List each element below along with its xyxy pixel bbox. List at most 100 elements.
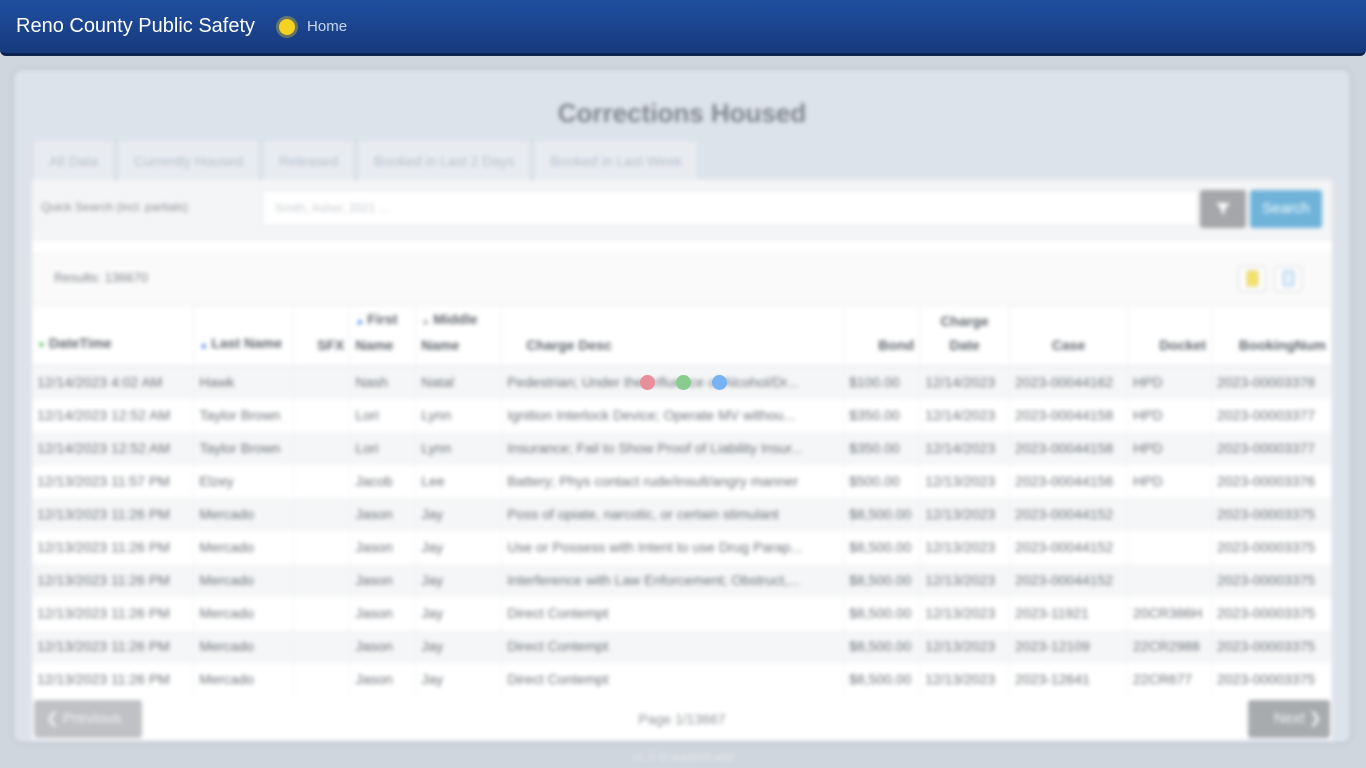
cell-first-name: Jason — [349, 563, 417, 597]
cell-first-name: Lori — [349, 431, 417, 465]
excel-export-button[interactable] — [1238, 266, 1266, 292]
table-row[interactable]: 12/13/2023 11:26 PM Mercado Jason Jay Poss o… — [32, 497, 1332, 531]
table-row[interactable]: 12/13/2023 11:26 PM Mercado Jason Jay Direct… — [32, 662, 1332, 696]
cell-charge-date: 12/13/2023 — [919, 464, 1011, 498]
document-export-icon — [1283, 271, 1294, 286]
cell-datetime: 12/13/2023 11:57 PM — [32, 464, 195, 498]
brand-title[interactable]: Reno County Public Safety — [16, 15, 255, 38]
column-header-middle-name[interactable]: ▲ Middle Name — [415, 307, 503, 366]
document-export-button[interactable] — [1274, 266, 1302, 292]
cell-last-name: Taylor Brown — [193, 398, 295, 432]
column-header-booking-num[interactable]: BookingNum — [1211, 307, 1332, 366]
tab-all-data[interactable]: All Data — [32, 139, 116, 181]
cell-first-name: Jason — [349, 662, 417, 696]
column-header-charge-desc[interactable]: Charge Desc — [501, 307, 845, 366]
column-header-last-name[interactable]: ▲ Last Name — [193, 307, 295, 366]
cell-charge-date: 12/14/2023 — [919, 398, 1011, 432]
cell-last-name: Mercado — [193, 662, 295, 696]
cell-charge-date: 12/13/2023 — [919, 530, 1011, 564]
cell-charge-date: 12/13/2023 — [919, 629, 1011, 663]
table-row[interactable]: 12/13/2023 11:26 PM Mercado Jason Jay Direct… — [32, 629, 1332, 663]
cell-datetime: 12/13/2023 11:26 PM — [32, 662, 195, 696]
cell-case: 2023-00044158 — [1009, 398, 1128, 432]
table-row[interactable]: 12/14/2023 12:52 AM Taylor Brown Lori Lynn I… — [32, 398, 1332, 432]
chevron-right-icon: ❯ — [1304, 710, 1322, 727]
table-row[interactable]: 12/13/2023 11:26 PM Mercado Jason Jay Direct… — [32, 596, 1332, 630]
sort-down-icon: ▼ — [37, 340, 46, 350]
column-header-case[interactable]: Case — [1009, 307, 1128, 366]
column-header-sfx[interactable]: SFX — [293, 307, 351, 366]
cell-charge-desc: Ignition Interlock Device; Operate MV wi… — [501, 398, 845, 432]
column-header-docket[interactable]: Docket — [1127, 307, 1212, 366]
cell-case: 2023-12109 — [1009, 629, 1128, 663]
cell-booking-num: 2023-00003376 — [1211, 464, 1332, 498]
search-input[interactable]: Smith, Asher, 2021 ... — [262, 190, 1198, 226]
cell-middle-name: Jay — [415, 629, 503, 663]
results-row: Results: 136670 — [32, 252, 1332, 306]
tab-released[interactable]: Released — [261, 139, 356, 181]
page-title: Corrections Housed — [557, 98, 807, 128]
loading-spinner — [640, 375, 730, 391]
page-content-blurred: Corrections Housed All Data Currently Ho… — [0, 56, 1366, 768]
tab-booked-last-2-days[interactable]: Booked in Last 2 Days — [357, 139, 532, 181]
cell-datetime: 12/13/2023 11:26 PM — [32, 596, 195, 630]
cell-middle-name: Natal — [415, 365, 503, 399]
cell-bond: $100.00 — [843, 365, 921, 399]
table-row[interactable]: 12/13/2023 11:57 PM Elzey Jacob Lee Battery;… — [32, 464, 1332, 498]
table-row[interactable]: 12/13/2023 11:26 PM Mercado Jason Jay Interf… — [32, 563, 1332, 597]
cell-sfx — [293, 563, 351, 597]
cell-docket: HPD — [1127, 464, 1212, 498]
search-button[interactable]: Search — [1250, 190, 1322, 228]
cell-charge-date: 12/13/2023 — [919, 596, 1011, 630]
cell-charge-desc: Direct Contempt — [501, 629, 845, 663]
table-row[interactable]: 12/14/2023 12:52 AM Taylor Brown Lori Lynn I… — [32, 431, 1332, 465]
results-table: ▼ DateTime ▲ Last Name SFX ▲ First Name ▲ Mi… — [32, 307, 1332, 696]
cell-bond: $8,500.00 — [843, 497, 921, 531]
next-button[interactable]: Next ❯ — [1248, 700, 1330, 738]
cell-case: 2023-00044152 — [1009, 497, 1128, 531]
cell-charge-date: 12/13/2023 — [919, 497, 1011, 531]
table-row[interactable]: 12/13/2023 11:26 PM Mercado Jason Jay Use or… — [32, 530, 1332, 564]
sort-neutral-icon: ▲ — [421, 316, 431, 326]
column-header-charge-date[interactable]: Charge Date — [919, 307, 1011, 366]
cell-sfx — [293, 497, 351, 531]
cell-last-name: Mercado — [193, 629, 295, 663]
cell-booking-num: 2023-00003375 — [1211, 563, 1332, 597]
cell-booking-num: 2023-00003378 — [1211, 365, 1332, 399]
cell-charge-desc: Insurance; Fail to Show Proof of Liabili… — [501, 431, 845, 465]
cell-first-name: Jacob — [349, 464, 417, 498]
cell-sfx — [293, 629, 351, 663]
cell-sfx — [293, 662, 351, 696]
cell-first-name: Jason — [349, 596, 417, 630]
cell-middle-name: Lee — [415, 464, 503, 498]
cell-sfx — [293, 464, 351, 498]
home-link[interactable]: Home — [307, 18, 347, 35]
tab-currently-housed[interactable]: Currently Housed — [117, 139, 260, 181]
cell-charge-desc: Direct Contempt — [501, 662, 845, 696]
search-label: Quick Search (incl. partials) — [41, 200, 188, 214]
page-indicator: Page 1/13667 — [638, 711, 726, 727]
tab-booked-last-week[interactable]: Booked in Last Week — [533, 139, 700, 181]
search-row: Quick Search (incl. partials) Smith, Ash… — [32, 180, 1332, 240]
cell-docket: HPD — [1127, 398, 1212, 432]
cell-docket — [1127, 530, 1212, 564]
cell-case: 2023-00044152 — [1009, 530, 1128, 564]
cell-datetime: 12/13/2023 11:26 PM — [32, 629, 195, 663]
column-header-first-name[interactable]: ▲ First Name — [349, 307, 417, 366]
column-header-datetime[interactable]: ▼ DateTime — [32, 307, 195, 366]
cell-charge-desc: Direct Contempt — [501, 596, 845, 630]
cell-sfx — [293, 398, 351, 432]
cell-last-name: Mercado — [193, 563, 295, 597]
cell-docket: HPD — [1127, 365, 1212, 399]
cell-bond: $350.00 — [843, 398, 921, 432]
cell-charge-date: 12/14/2023 — [919, 365, 1011, 399]
filter-button[interactable] — [1200, 190, 1246, 228]
cell-datetime: 12/14/2023 12:52 AM — [32, 398, 195, 432]
cell-charge-desc: Poss of opiate, narcotic, or certain sti… — [501, 497, 845, 531]
loading-dot — [640, 375, 655, 390]
cell-booking-num: 2023-00003375 — [1211, 530, 1332, 564]
cell-bond: $8,500.00 — [843, 563, 921, 597]
sort-up-icon: ▲ — [199, 340, 209, 350]
cell-middle-name: Jay — [415, 662, 503, 696]
column-header-bond[interactable]: Bond — [843, 307, 921, 366]
